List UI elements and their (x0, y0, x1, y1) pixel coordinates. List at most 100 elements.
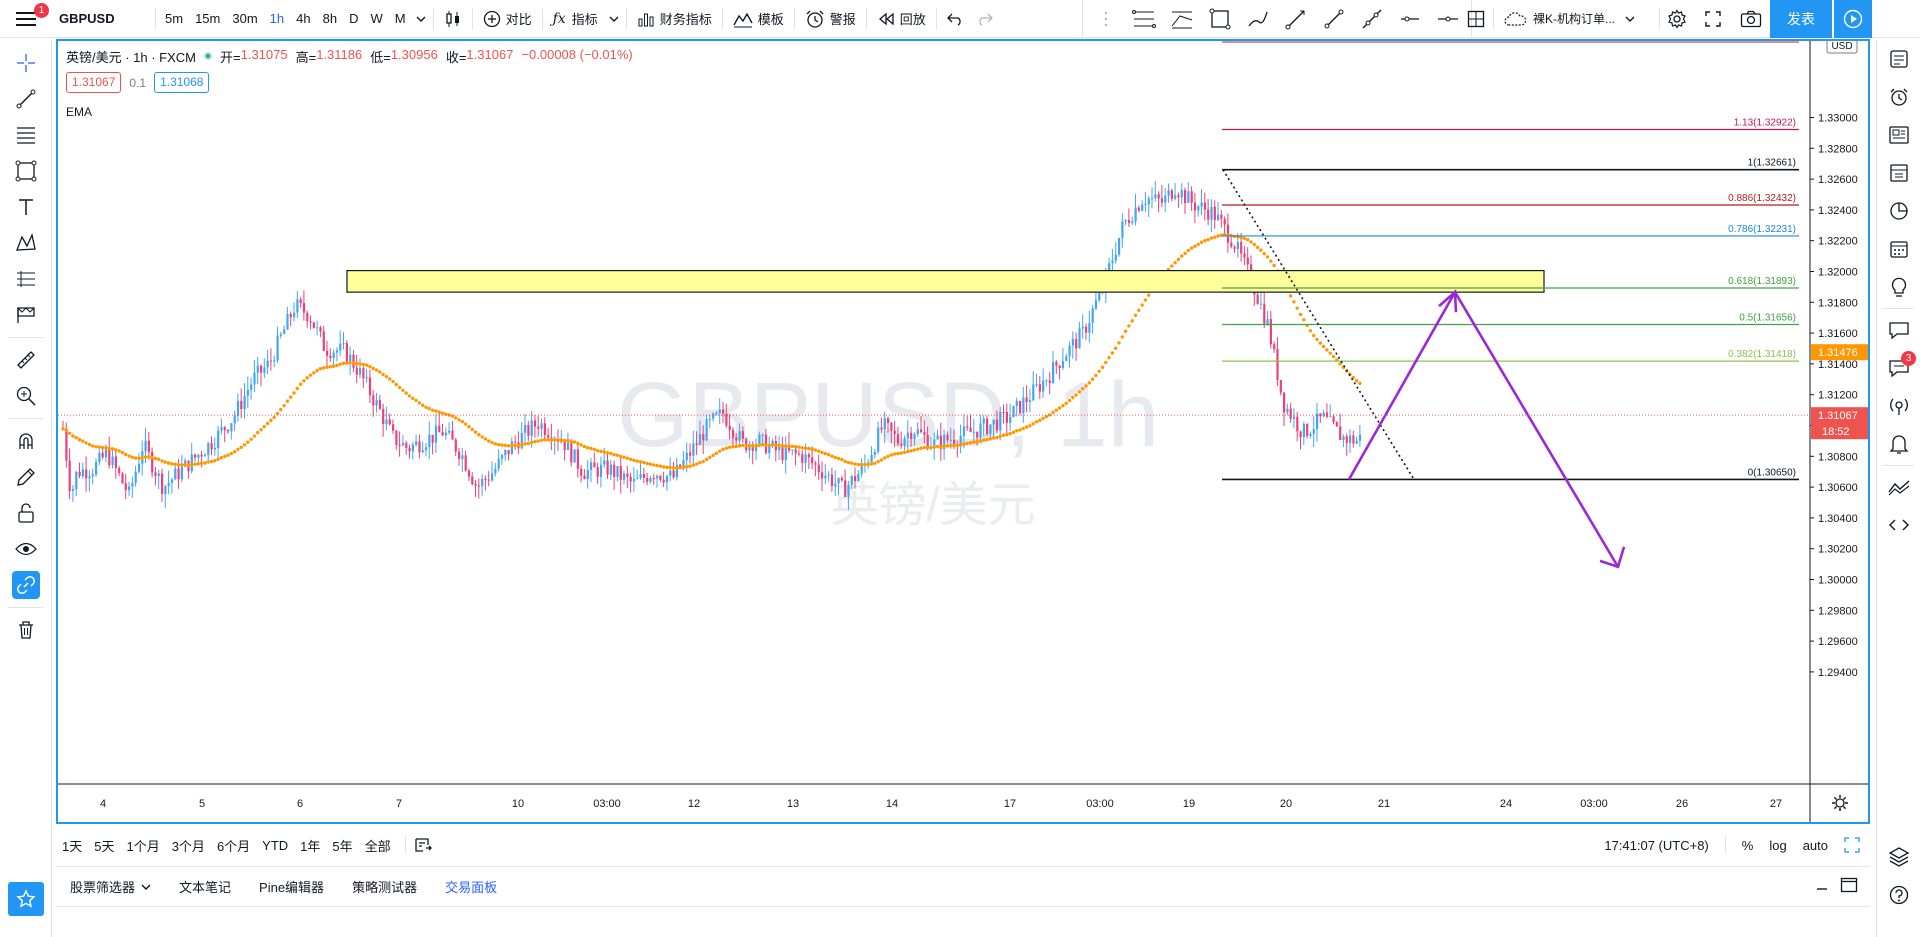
range-6[interactable]: 1年 (294, 836, 326, 855)
interval-D[interactable]: D (343, 0, 364, 38)
layers-button[interactable] (1877, 838, 1920, 876)
interval-dropdown[interactable] (412, 0, 430, 38)
forecast-arrows[interactable] (1347, 289, 1626, 569)
interval-4h[interactable]: 4h (290, 0, 316, 38)
news-button[interactable] (1877, 116, 1920, 154)
pattern-tool[interactable] (0, 225, 52, 261)
horizontal-ray-tool[interactable] (1391, 0, 1429, 38)
rectangle-tool[interactable] (1201, 0, 1239, 38)
fib-retracement-drawing[interactable]: 1.13(1.32922) 1(1.32661) 0.886(1.32432) 0.7… (1222, 41, 1799, 481)
bottom-tab-1[interactable]: 文本笔记 (165, 877, 245, 896)
ray-tool[interactable] (1277, 0, 1315, 38)
range-3[interactable]: 3个月 (166, 836, 211, 855)
buy-price-button[interactable]: 1.31068 (154, 72, 210, 93)
icons-tool[interactable] (0, 297, 52, 333)
favorites-button[interactable] (8, 882, 44, 916)
range-5[interactable]: YTD (256, 838, 294, 853)
calendar-button[interactable] (1877, 230, 1920, 268)
range-4[interactable]: 6个月 (211, 836, 256, 855)
templates-button[interactable]: 模板 (726, 0, 791, 38)
sell-price-button[interactable]: 1.31067 (66, 72, 122, 93)
log-scale-toggle[interactable]: log (1769, 838, 1786, 853)
trend-fib-tool[interactable] (1163, 0, 1201, 38)
bottom-tab-4[interactable]: 交易面板 (431, 877, 511, 896)
remove-drawings-tool[interactable] (0, 612, 52, 648)
chart-settings-button[interactable] (1832, 795, 1848, 811)
fib-tool[interactable] (0, 117, 52, 153)
range-8[interactable]: 全部 (359, 836, 397, 855)
bottom-tab-0[interactable]: 股票筛选器 (56, 877, 165, 896)
interval-8h[interactable]: 8h (317, 0, 343, 38)
bottom-tab-3[interactable]: 策略测试器 (338, 877, 431, 896)
range-2[interactable]: 1个月 (120, 836, 165, 855)
layout-selector[interactable]: 裸K-机构订单... (1496, 0, 1656, 38)
pine-button[interactable] (1877, 506, 1920, 544)
undo-button[interactable] (940, 0, 970, 38)
shapes-tool[interactable] (0, 153, 52, 189)
watchlist-button[interactable] (1877, 40, 1920, 78)
interval-1h[interactable]: 1h (264, 0, 290, 38)
publish-button[interactable]: 发表 (1770, 0, 1832, 38)
forecast-tool[interactable] (0, 261, 52, 297)
streams-button[interactable] (1877, 387, 1920, 425)
data-window-button[interactable] (1877, 154, 1920, 192)
utc-clock[interactable]: 17:41:07 (UTC+8) (1604, 838, 1708, 853)
interval-30m[interactable]: 30m (226, 0, 263, 38)
measure-tool[interactable] (0, 342, 52, 378)
stay-drawing-tool[interactable] (0, 459, 52, 495)
live-stream-button[interactable] (1834, 0, 1872, 38)
ideas-button[interactable] (1877, 268, 1920, 306)
zoom-tool[interactable] (0, 378, 52, 414)
drawbar-drag-handle[interactable] (1087, 0, 1125, 38)
indicators-dropdown[interactable] (605, 0, 623, 38)
fullscreen-button[interactable] (1697, 0, 1729, 38)
trend-line-tool[interactable] (0, 81, 52, 117)
minimize-panel-button[interactable] (1814, 877, 1830, 896)
magnet-tool[interactable] (0, 423, 52, 459)
sync-drawings-tool[interactable] (0, 567, 52, 603)
trading-button[interactable] (1877, 468, 1920, 506)
replay-button[interactable]: 回放 (870, 0, 933, 38)
trend-line-tool[interactable] (1315, 0, 1353, 38)
fit-screen-icon[interactable] (1844, 837, 1860, 853)
brush-tool[interactable] (1239, 0, 1277, 38)
chart-canvas[interactable]: GBPUSD, 1h 英镑/美元 1.13(1.32922) 1(1.32661)… (58, 41, 1868, 822)
bell-button[interactable] (1877, 425, 1920, 463)
maximize-panel-button[interactable] (1840, 877, 1858, 896)
layout-grid-button[interactable] (1460, 0, 1492, 38)
alert-button[interactable]: 警报 (798, 0, 863, 38)
notifications-button[interactable]: 3 (1877, 349, 1920, 387)
indicators-button[interactable]: ƒx 指标 (546, 0, 605, 38)
redo-button[interactable] (970, 0, 1000, 38)
crosshair-tool[interactable] (0, 45, 52, 81)
interval-15m[interactable]: 15m (189, 0, 226, 38)
auto-scale-toggle[interactable]: auto (1803, 838, 1828, 853)
supply-zone-rectangle[interactable] (346, 269, 1545, 293)
chats-button[interactable] (1877, 311, 1920, 349)
range-1[interactable]: 5天 (88, 836, 120, 855)
extended-line-tool[interactable] (1353, 0, 1391, 38)
text-tool[interactable] (0, 189, 52, 225)
parallel-channel-tool[interactable] (1125, 0, 1163, 38)
hide-drawings-tool[interactable] (0, 531, 52, 567)
range-7[interactable]: 5年 (326, 836, 358, 855)
bottom-tab-2[interactable]: Pine编辑器 (245, 877, 338, 896)
percent-scale-toggle[interactable]: % (1742, 838, 1754, 853)
zone-rect[interactable] (346, 269, 1545, 293)
interval-W[interactable]: W (364, 0, 388, 38)
chart-type-button[interactable] (437, 0, 469, 38)
compare-button[interactable]: 对比 (476, 0, 539, 38)
financials-button[interactable]: 财务指标 (630, 0, 719, 38)
symbol-title[interactable]: 英镑/美元 · 1h · FXCM (66, 47, 196, 66)
main-menu-button[interactable]: 1 (0, 0, 52, 38)
hotlist-button[interactable] (1877, 192, 1920, 230)
symbol-search-button[interactable]: GBPUSD (52, 0, 152, 38)
range-0[interactable]: 1天 (56, 836, 88, 855)
goto-date-button[interactable] (414, 837, 432, 853)
forecast-path[interactable] (1347, 289, 1620, 568)
ema-indicator-label[interactable]: EMA (66, 105, 92, 119)
alerts-button[interactable] (1877, 78, 1920, 116)
help-button[interactable] (1877, 876, 1920, 914)
price-axis[interactable]: USD 1.33000 1.32800 1.32600 1.32400 1.32200 1.… (1809, 41, 1868, 822)
interval-5m[interactable]: 5m (159, 0, 189, 38)
